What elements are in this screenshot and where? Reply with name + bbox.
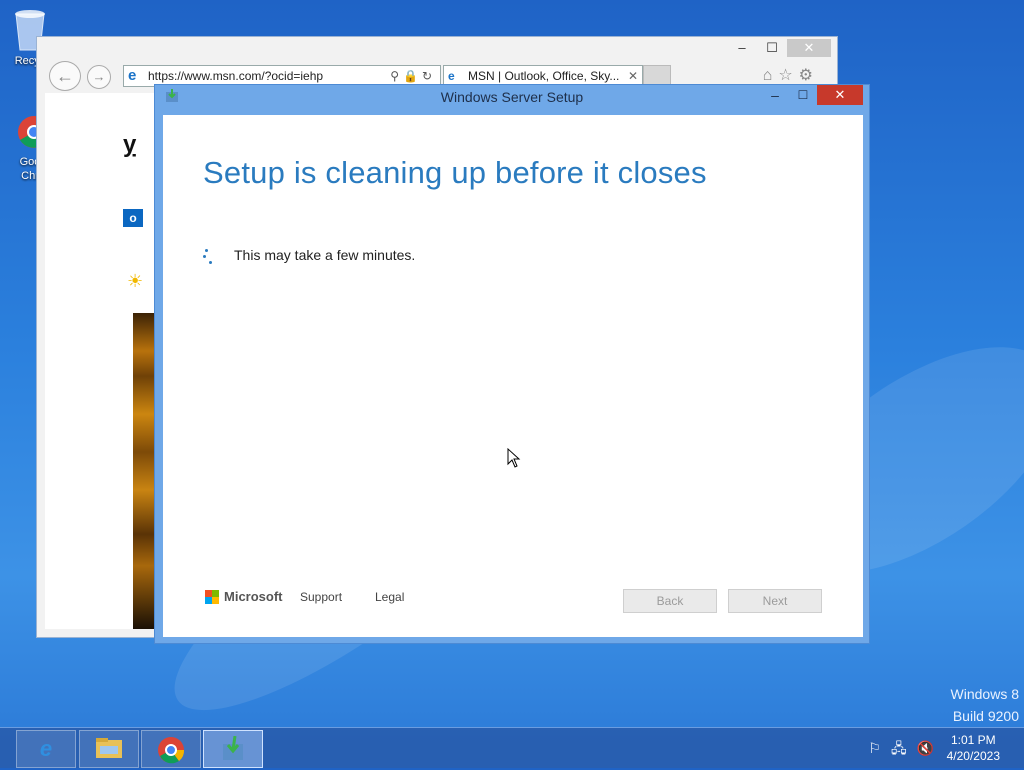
taskbar-clock[interactable]: 1:01 PM 4/20/2023 [947,732,1000,764]
setup-icon [204,735,262,768]
windows-version-watermark: Windows 8 [950,686,1019,702]
taskbar-chrome[interactable] [141,730,201,768]
windows-build-watermark: Build 9200 [952,708,1019,724]
browser-window-controls: – ☐ ✕ [727,39,831,57]
lock-icon: 🔒 [402,69,422,83]
taskbar-file-explorer[interactable] [79,730,139,768]
back-arrow-icon[interactable]: ← [49,61,81,91]
sun-weather-icon: ☀ [127,271,144,291]
dialog-title: Windows Server Setup [440,89,584,105]
browser-right-tools: ⌂☆⚙ [763,65,819,85]
dialog-body: Setup is cleaning up before it closes Th… [163,115,863,637]
action-center-flag-icon[interactable]: ⚐ [868,740,891,756]
next-button[interactable]: Next [728,589,822,613]
home-icon[interactable]: ⌂ [763,67,779,84]
file-explorer-icon [80,736,138,766]
msn-butterfly-icon: ỵ [123,131,137,158]
maximize-button[interactable]: ☐ [757,39,787,57]
taskbar: e ⚐🖧🔇 1:01 PM 4/20/2023 [0,727,1024,768]
microsoft-logo-icon [205,589,219,604]
forward-arrow-icon[interactable]: → [87,65,111,89]
microsoft-brand-text: Microsoft [224,589,283,604]
minimize-button[interactable]: – [765,85,785,107]
clock-time: 1:01 PM [950,733,996,747]
loading-spinner-icon [203,249,219,265]
legal-link[interactable]: Legal [375,590,404,604]
minimize-button[interactable]: – [727,39,757,57]
clock-date: 4/20/2023 [946,749,1000,763]
internet-explorer-icon: e [39,736,53,761]
taskbar-setup[interactable] [203,730,263,768]
chrome-icon [142,736,200,770]
back-button[interactable]: Back [623,589,717,613]
address-tools: ⚲🔒↻ [390,66,436,86]
gear-icon[interactable]: ⚙ [799,67,819,84]
outlook-icon[interactable]: o [123,209,143,227]
favorites-star-icon[interactable]: ☆ [778,67,798,84]
address-text: https://www.msn.com/?ocid=iehp [148,69,324,83]
internet-explorer-icon: e [448,69,455,83]
page-title: Setup is cleaning up before it closes [203,155,707,190]
internet-explorer-icon: e [128,67,137,84]
support-link[interactable]: Support [300,590,342,604]
status-message: This may take a few minutes. [234,247,416,263]
network-icon[interactable]: 🖧 [891,740,917,756]
setup-dialog[interactable]: Windows Server Setup – ☐ ✕ Setup is clea… [154,84,870,644]
close-tab-icon[interactable]: ✕ [628,66,638,86]
volume-muted-icon[interactable]: 🔇 [917,740,944,756]
close-button[interactable]: ✕ [817,85,863,105]
system-tray: ⚐🖧🔇 [868,738,944,762]
microsoft-logo: Microsoft [205,589,283,604]
close-button[interactable]: ✕ [787,39,831,57]
mouse-cursor-icon [507,448,521,468]
maximize-button[interactable]: ☐ [793,85,813,107]
taskbar-internet-explorer[interactable]: e [16,730,76,768]
search-icon[interactable]: ⚲ [390,69,403,83]
tab-title: MSN | Outlook, Office, Sky... [468,69,620,83]
refresh-icon[interactable]: ↻ [422,69,436,83]
